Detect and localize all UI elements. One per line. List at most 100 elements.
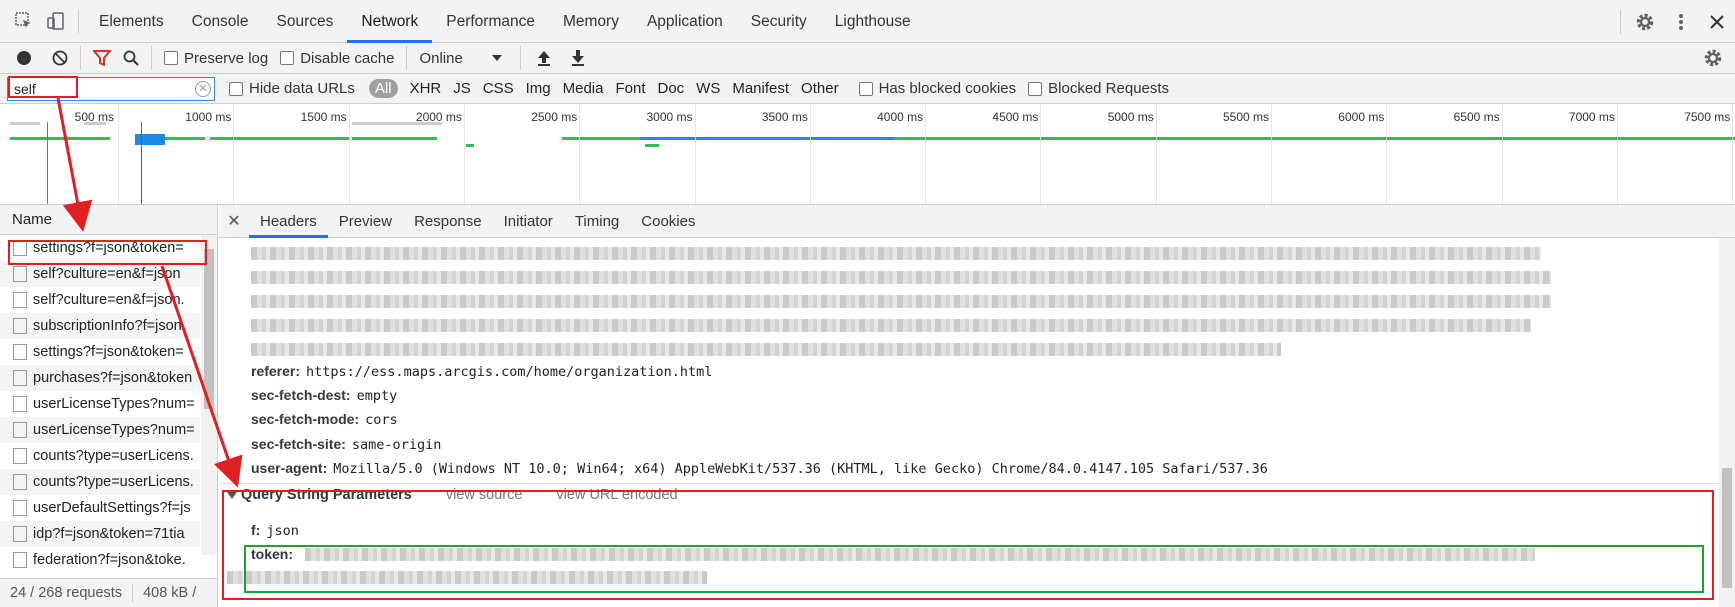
clear-button[interactable] bbox=[38, 43, 74, 74]
header-name: sec-fetch-dest: bbox=[251, 387, 351, 403]
timeline-gridline bbox=[233, 104, 235, 204]
tab-performance[interactable]: Performance bbox=[432, 0, 549, 43]
tab-headers[interactable]: Headers bbox=[249, 205, 328, 238]
annotation-filter-highlight bbox=[8, 76, 78, 98]
type-css[interactable]: CSS bbox=[477, 80, 520, 97]
file-icon bbox=[13, 266, 27, 282]
timeline-tick-label: 1500 ms bbox=[300, 110, 347, 124]
search-icon bbox=[123, 50, 139, 66]
request-name: userLicenseTypes?num= bbox=[33, 422, 195, 438]
checkbox-icon bbox=[229, 81, 243, 96]
divider bbox=[80, 46, 81, 70]
tab-security[interactable]: Security bbox=[737, 0, 821, 43]
tab-memory[interactable]: Memory bbox=[549, 0, 633, 43]
request-row[interactable]: userLicenseTypes?num= bbox=[0, 391, 200, 417]
throttling-select[interactable]: Online bbox=[413, 43, 508, 74]
checkbox-icon bbox=[858, 81, 873, 96]
type-xhr[interactable]: XHR bbox=[404, 80, 448, 97]
detail-scrollbar[interactable] bbox=[1719, 238, 1735, 607]
tab-network[interactable]: Network bbox=[347, 0, 433, 43]
request-count: 24 / 268 requests bbox=[10, 585, 123, 601]
export-har-button[interactable] bbox=[557, 43, 591, 74]
type-doc[interactable]: Doc bbox=[651, 80, 690, 97]
type-ws[interactable]: WS bbox=[690, 80, 726, 97]
has-blocked-cookies-checkbox[interactable]: Has blocked cookies bbox=[853, 73, 1023, 104]
preserve-log-checkbox[interactable]: Preserve log bbox=[158, 43, 274, 74]
tab-console[interactable]: Console bbox=[178, 0, 263, 43]
header-value: empty bbox=[356, 388, 398, 404]
redacted-text bbox=[251, 247, 1541, 260]
section-divider bbox=[219, 483, 1719, 484]
request-row[interactable]: idp?f=json&token=71tia bbox=[0, 521, 200, 547]
request-name: idp?f=json&token=71tia bbox=[33, 526, 185, 542]
request-list-scrollbar[interactable] bbox=[201, 235, 217, 555]
request-name: counts?type=userLicens. bbox=[33, 474, 194, 490]
tab-application[interactable]: Application bbox=[633, 0, 737, 43]
clear-filter-icon[interactable]: ✕ bbox=[195, 80, 211, 97]
header-value: Mozilla/5.0 (Windows NT 10.0; Win64; x64… bbox=[333, 461, 1268, 477]
timeline-bar bbox=[352, 137, 437, 140]
type-other[interactable]: Other bbox=[795, 80, 845, 97]
type-manifest[interactable]: Manifest bbox=[726, 80, 795, 97]
type-font[interactable]: Font bbox=[609, 80, 651, 97]
file-icon bbox=[13, 448, 27, 464]
scrollbar-thumb[interactable] bbox=[1722, 468, 1732, 588]
timeline-bar bbox=[135, 134, 165, 145]
timeline-gridline bbox=[925, 104, 927, 204]
request-row[interactable]: purchases?f=json&token bbox=[0, 365, 200, 391]
request-row[interactable]: userDefaultSettings?f=js bbox=[0, 495, 200, 521]
timeline-bar bbox=[210, 137, 350, 140]
tab-cookies[interactable]: Cookies bbox=[630, 205, 706, 238]
request-name: settings?f=json&token= bbox=[33, 344, 184, 360]
tab-sources[interactable]: Sources bbox=[263, 0, 348, 43]
request-row[interactable]: userLicenseTypes?num= bbox=[0, 417, 200, 443]
request-row[interactable]: subscriptionInfo?f=json. bbox=[0, 313, 200, 339]
tab-elements[interactable]: Elements bbox=[85, 0, 178, 43]
close-devtools-icon[interactable] bbox=[1699, 0, 1735, 43]
disable-cache-label: Disable cache bbox=[300, 49, 395, 67]
name-column-header[interactable]: Name bbox=[0, 205, 217, 235]
checkbox-icon bbox=[164, 51, 178, 65]
timeline-bar bbox=[165, 137, 205, 140]
request-row[interactable]: self?culture=en&f=json. bbox=[0, 287, 200, 313]
settings-gear-icon[interactable] bbox=[1627, 0, 1663, 43]
request-row[interactable]: counts?type=userLicens. bbox=[0, 443, 200, 469]
transferred-size: 408 kB / bbox=[143, 585, 197, 601]
close-detail-icon[interactable]: ✕ bbox=[219, 211, 249, 231]
file-icon bbox=[13, 422, 27, 438]
timeline-tick-label: 3500 ms bbox=[761, 110, 808, 124]
request-row[interactable]: counts?type=userLicens. bbox=[0, 469, 200, 495]
tab-timing[interactable]: Timing bbox=[564, 205, 630, 238]
file-icon bbox=[13, 552, 27, 568]
disable-cache-checkbox[interactable]: Disable cache bbox=[274, 43, 400, 74]
filter-toggle-button[interactable] bbox=[87, 43, 117, 74]
tab-lighthouse[interactable]: Lighthouse bbox=[821, 0, 925, 43]
type-media[interactable]: Media bbox=[557, 80, 610, 97]
import-har-button[interactable] bbox=[527, 43, 557, 74]
device-toolbar-icon[interactable] bbox=[40, 0, 72, 43]
scrollbar-thumb[interactable] bbox=[204, 249, 214, 409]
tab-initiator[interactable]: Initiator bbox=[493, 205, 564, 238]
type-img[interactable]: Img bbox=[520, 80, 557, 97]
search-button[interactable] bbox=[117, 43, 145, 74]
network-settings-button[interactable] bbox=[1697, 43, 1729, 74]
upload-icon bbox=[538, 51, 551, 66]
blocked-requests-checkbox[interactable]: Blocked Requests bbox=[1022, 73, 1175, 104]
request-row[interactable]: federation?f=json&toke. bbox=[0, 547, 200, 573]
request-name: userDefaultSettings?f=js bbox=[33, 500, 191, 516]
timeline-overview[interactable]: 500 ms 1000 ms 1500 ms 2000 ms 2500 ms 3000 m… bbox=[0, 104, 1735, 205]
timeline-bar bbox=[10, 137, 110, 140]
hide-data-urls-checkbox[interactable]: Hide data URLs bbox=[223, 73, 361, 104]
timeline-tick-label: 4000 ms bbox=[877, 110, 924, 124]
divider bbox=[78, 9, 79, 33]
header-name: referer: bbox=[251, 363, 301, 379]
header-value: cors bbox=[365, 412, 398, 428]
tab-preview[interactable]: Preview bbox=[328, 205, 403, 238]
inspect-element-icon[interactable] bbox=[8, 0, 40, 43]
type-all[interactable]: All bbox=[368, 79, 398, 98]
type-js[interactable]: JS bbox=[447, 80, 477, 97]
tab-response[interactable]: Response bbox=[403, 205, 493, 238]
record-button[interactable] bbox=[0, 43, 38, 74]
request-row[interactable]: settings?f=json&token= bbox=[0, 339, 200, 365]
more-options-icon[interactable] bbox=[1663, 0, 1699, 43]
